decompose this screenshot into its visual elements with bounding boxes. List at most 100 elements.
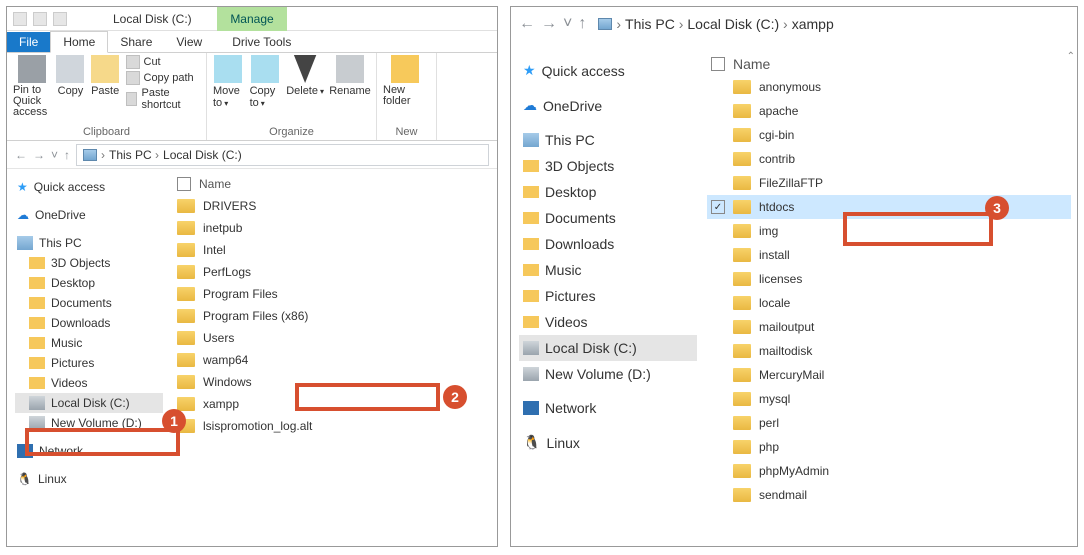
navpane-linux[interactable]: 🐧Linux — [15, 469, 163, 489]
folder-row[interactable]: img — [707, 219, 1071, 243]
navpane-network[interactable]: Network — [15, 441, 163, 461]
qat-icon[interactable] — [33, 12, 47, 26]
nav-back-button[interactable]: ← — [15, 148, 27, 162]
navpane-item[interactable]: Documents — [15, 293, 163, 313]
navpane-linux[interactable]: 🐧Linux — [519, 429, 697, 456]
paste-shortcut-button[interactable]: Paste shortcut — [126, 87, 201, 111]
crumb-xampp[interactable]: xampp — [792, 16, 834, 32]
folder-row[interactable]: php — [707, 435, 1071, 459]
nav-forward-button[interactable]: → — [541, 15, 557, 33]
folder-row[interactable]: cgi-bin — [707, 123, 1071, 147]
navpane-onedrive[interactable]: ☁OneDrive — [519, 92, 697, 119]
column-header[interactable]: Name — [173, 173, 491, 195]
pin-to-quick-access-button[interactable]: Pin to Quick access — [13, 55, 50, 118]
tab-home[interactable]: Home — [50, 31, 108, 53]
rename-button[interactable]: Rename — [330, 55, 370, 97]
folder-row[interactable]: DRIVERS — [173, 195, 491, 217]
new-folder-button[interactable]: New folder — [383, 55, 427, 107]
navpane-thispc[interactable]: This PC — [519, 127, 697, 153]
nav-recent-button[interactable]: ˅ — [51, 148, 58, 162]
cut-button[interactable]: Cut — [126, 55, 201, 69]
folder-row[interactable]: wamp64 — [173, 349, 491, 371]
navpane-network[interactable]: Network — [519, 395, 697, 421]
folder-row[interactable]: PerfLogs — [173, 261, 491, 283]
navpane-item[interactable]: Local Disk (C:) — [15, 393, 163, 413]
folder-row[interactable]: mailtodisk — [707, 339, 1071, 363]
nav-recent-button[interactable]: ˅ — [563, 15, 572, 33]
folder-row[interactable]: mailoutput — [707, 315, 1071, 339]
folder-row[interactable]: phpMyAdmin — [707, 459, 1071, 483]
navpane-item[interactable]: 3D Objects — [519, 153, 697, 179]
col-name[interactable]: Name — [733, 56, 770, 72]
navpane-item[interactable]: Music — [15, 333, 163, 353]
navpane-onedrive[interactable]: ☁OneDrive — [15, 205, 163, 225]
col-name[interactable]: Name — [199, 177, 231, 191]
navpane-item[interactable]: Downloads — [519, 231, 697, 257]
folder-row[interactable]: Intel — [173, 239, 491, 261]
copy-path-button[interactable]: Copy path — [126, 71, 201, 85]
delete-button[interactable]: Delete▾ — [286, 55, 324, 97]
folder-row[interactable]: Program Files — [173, 283, 491, 305]
folder-row[interactable]: Program Files (x86) — [173, 305, 491, 327]
folder-row[interactable]: mysql — [707, 387, 1071, 411]
navpane-item[interactable]: Videos — [15, 373, 163, 393]
folder-row[interactable]: perl — [707, 411, 1071, 435]
folder-row[interactable]: ✓htdocs — [707, 195, 1071, 219]
tab-view[interactable]: View — [164, 32, 214, 52]
folder-row[interactable]: licenses — [707, 267, 1071, 291]
folder-row[interactable]: apache — [707, 99, 1071, 123]
navpane-item[interactable]: Downloads — [15, 313, 163, 333]
breadcrumb[interactable]: › This PC Local Disk (C:) — [76, 144, 489, 166]
crumb-thispc[interactable]: This PC — [625, 16, 683, 32]
navpane-item[interactable]: Videos — [519, 309, 697, 335]
folder-row[interactable]: Windows — [173, 371, 491, 393]
column-header[interactable]: Name — [707, 53, 1071, 75]
row-checkbox[interactable]: ✓ — [711, 200, 725, 214]
copy-button[interactable]: Copy — [56, 55, 85, 97]
crumb-local-disk[interactable]: Local Disk (C:) — [687, 16, 787, 32]
crumb-local-disk[interactable]: Local Disk (C:) — [163, 148, 242, 162]
nav-up-button[interactable]: ↑ — [578, 15, 586, 33]
navpane-quick-access[interactable]: ★Quick access — [15, 177, 163, 197]
navpane-item[interactable]: Desktop — [519, 179, 697, 205]
scroll-up-icon[interactable]: ⌃ — [1067, 51, 1075, 62]
select-all-checkbox[interactable] — [177, 177, 191, 191]
nav-back-button[interactable]: ← — [519, 15, 535, 33]
qat-icon[interactable] — [13, 12, 27, 26]
folder-row[interactable]: anonymous — [707, 75, 1071, 99]
qat-icon[interactable] — [53, 12, 67, 26]
navpane-item[interactable]: Local Disk (C:) — [519, 335, 697, 361]
tab-file[interactable]: File — [7, 32, 50, 52]
breadcrumb[interactable]: › This PC Local Disk (C:) xampp — [592, 13, 1069, 35]
folder-row[interactable]: lsispromotion_log.alt — [173, 415, 491, 437]
navpane-quick-access[interactable]: ★Quick access — [519, 57, 697, 84]
folder-row[interactable]: xampp — [173, 393, 491, 415]
navpane-item[interactable]: Pictures — [519, 283, 697, 309]
move-to-button[interactable]: Move to▾ — [213, 55, 244, 109]
contextual-tab-manage[interactable]: Manage — [217, 7, 287, 31]
navpane-item[interactable]: Music — [519, 257, 697, 283]
navpane-item[interactable]: New Volume (D:) — [519, 361, 697, 387]
navpane-item[interactable]: Documents — [519, 205, 697, 231]
folder-row[interactable]: inetpub — [173, 217, 491, 239]
navpane-item[interactable]: New Volume (D:) — [15, 413, 163, 433]
crumb-thispc[interactable]: This PC — [109, 148, 159, 162]
folder-row[interactable]: sendmail — [707, 483, 1071, 507]
copy-to-button[interactable]: Copy to▾ — [250, 55, 281, 109]
nav-up-button[interactable]: ↑ — [64, 148, 70, 162]
nav-forward-button[interactable]: → — [33, 148, 45, 162]
navpane-item[interactable]: Pictures — [15, 353, 163, 373]
folder-row[interactable]: install — [707, 243, 1071, 267]
folder-row[interactable]: locale — [707, 291, 1071, 315]
folder-row[interactable]: contrib — [707, 147, 1071, 171]
tab-drive-tools[interactable]: Drive Tools — [220, 32, 303, 52]
select-all-checkbox[interactable] — [711, 57, 725, 71]
paste-button[interactable]: Paste — [91, 55, 120, 97]
navpane-item[interactable]: Desktop — [15, 273, 163, 293]
navpane-thispc[interactable]: This PC — [15, 233, 163, 253]
folder-row[interactable]: FileZillaFTP — [707, 171, 1071, 195]
folder-row[interactable]: MercuryMail — [707, 363, 1071, 387]
tab-share[interactable]: Share — [108, 32, 164, 52]
navpane-item[interactable]: 3D Objects — [15, 253, 163, 273]
folder-row[interactable]: Users — [173, 327, 491, 349]
